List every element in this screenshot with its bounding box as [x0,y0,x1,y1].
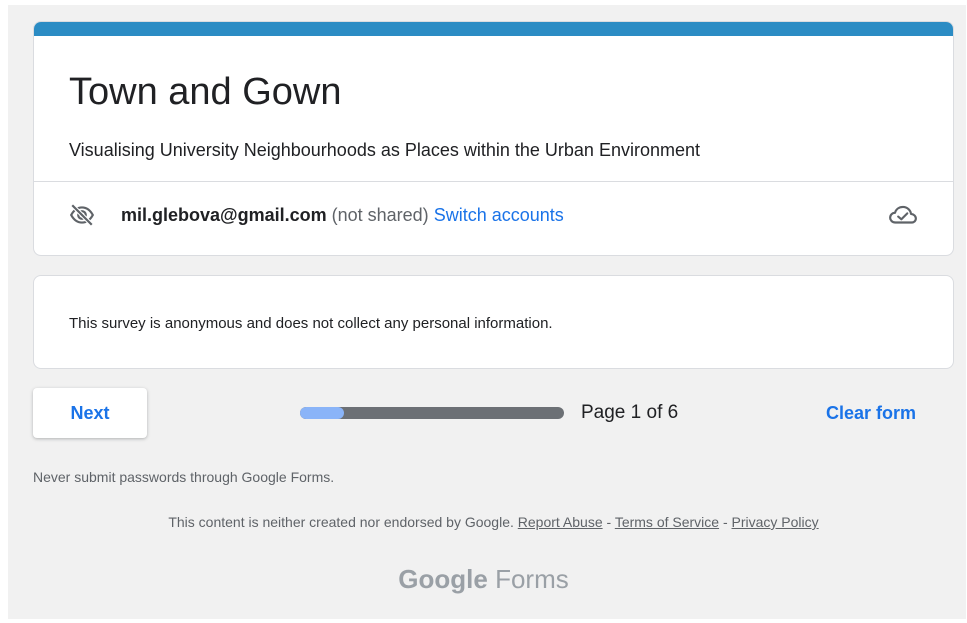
brand-google: Google [398,564,488,594]
report-abuse-link[interactable]: Report Abuse [518,514,603,530]
form-title: Town and Gown [69,71,342,113]
account-email: mil.glebova@gmail.com [121,205,327,225]
terms-of-service-link[interactable]: Terms of Service [615,514,719,530]
account-sharing-note: (not shared) [331,205,429,225]
footer-separator: - [722,514,728,530]
notice-text: This survey is anonymous and does not co… [69,315,553,332]
disclaimer-text: This content is neither created nor endo… [168,514,514,530]
progress-bar-fill [300,407,345,419]
cloud-check-icon [889,205,917,224]
form-accent-bar [34,22,953,36]
progress-bar [300,407,564,419]
clear-form-button[interactable]: Clear form [826,401,916,425]
page-indicator: Page 1 of 6 [581,402,679,423]
account-info: mil.glebova@gmail.com (not shared) Switc… [121,203,564,227]
switch-accounts-link[interactable]: Switch accounts [434,205,564,225]
form-header-card: Town and Gown Visualising University Nei… [33,21,954,256]
footer-disclaimer: This content is neither created nor endo… [0,512,967,532]
footer-separator: - [606,514,612,530]
privacy-policy-link[interactable]: Privacy Policy [732,514,819,530]
password-warning: Never submit passwords through Google Fo… [33,469,335,485]
eye-off-icon [69,203,95,227]
notice-card: This survey is anonymous and does not co… [33,275,954,369]
header-divider [34,181,953,182]
brand-forms: Forms [495,564,569,594]
google-forms-logo[interactable]: Google Forms [0,562,967,596]
form-description: Visualising University Neighbourhoods as… [69,140,700,160]
next-button[interactable]: Next [33,388,147,438]
account-row: mil.glebova@gmail.com (not shared) Switc… [69,200,918,230]
